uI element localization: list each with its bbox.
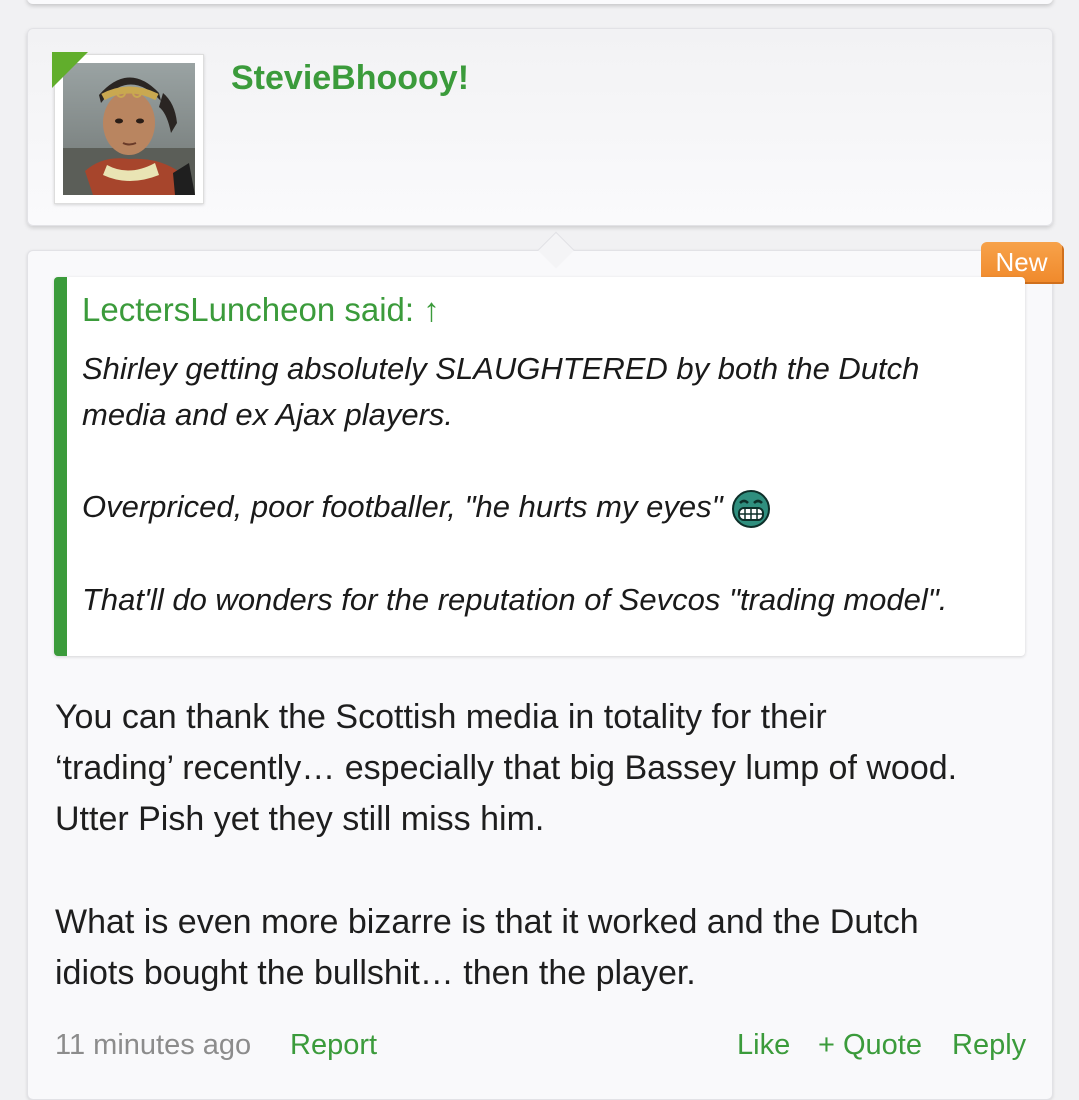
reply-link[interactable]: Reply <box>952 1029 1026 1062</box>
quote-author-link[interactable]: LectersLuncheon said: ↑ <box>82 291 440 329</box>
post-timestamp[interactable]: 11 minutes ago <box>55 1029 251 1062</box>
post-body-line: idiots bought the bullshit… then the pla… <box>55 954 696 992</box>
new-badge: New <box>981 242 1062 282</box>
user-info-card: StevieBhoooy! <box>27 28 1053 226</box>
avatar[interactable] <box>52 52 204 204</box>
report-link[interactable]: Report <box>290 1029 377 1062</box>
quote-block: LectersLuncheon said: ↑ Shirley getting … <box>54 277 1025 656</box>
post-body-line: What is even more bizarre is that it wor… <box>55 903 919 941</box>
online-indicator <box>52 52 88 88</box>
like-link[interactable]: Like <box>737 1029 790 1062</box>
post-body-line: Utter Pish yet they still miss him. <box>55 800 545 838</box>
quote-link[interactable]: + Quote <box>818 1029 922 1062</box>
quote-line: media and ex Ajax players. <box>82 397 454 432</box>
quote-line-with-emoji: Overpriced, poor footballer, "he hurts m… <box>82 489 771 529</box>
card-pointer <box>537 231 575 269</box>
post-body-line: You can thank the Scottish media in tota… <box>55 698 827 736</box>
previous-post-card <box>27 0 1053 4</box>
grin-icon <box>731 489 771 529</box>
username-link[interactable]: StevieBhoooy! <box>231 59 469 98</box>
post-body-line: ‘trading’ recently… especially that big … <box>55 749 958 787</box>
quote-line: Shirley getting absolutely SLAUGHTERED b… <box>82 351 920 386</box>
quote-line-text: Overpriced, poor footballer, "he hurts m… <box>82 489 723 525</box>
quote-line: That'll do wonders for the reputation of… <box>82 582 948 617</box>
